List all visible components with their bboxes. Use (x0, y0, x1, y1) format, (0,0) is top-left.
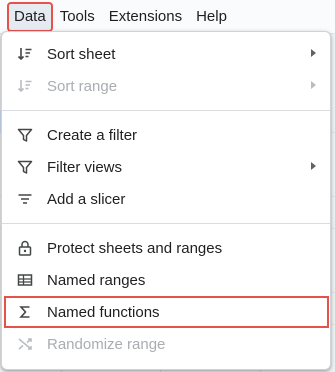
slicer-icon (15, 189, 35, 209)
menu-item-filter-views[interactable]: Filter views (2, 151, 330, 183)
sigma-icon (15, 302, 35, 322)
menu-item-label: Filter views (47, 158, 123, 176)
filter-views-icon (15, 157, 35, 177)
menubar-extensions[interactable]: Extensions (103, 3, 188, 31)
menu-item-randomize-range[interactable]: Randomize range (2, 328, 330, 360)
sort-icon (15, 44, 35, 64)
menu-item-label: Named ranges (47, 271, 146, 289)
data-menu-dropdown: Sort sheet Sort range Create a filter Fi… (1, 31, 331, 370)
menu-item-named-ranges[interactable]: Named ranges (2, 264, 330, 296)
menu-divider (2, 223, 330, 224)
menu-item-label: Randomize range (47, 335, 166, 353)
table-icon (15, 270, 35, 290)
shuffle-icon (15, 334, 35, 354)
menu-item-label: Named functions (47, 303, 160, 321)
menu-item-label: Sort sheet (47, 45, 116, 63)
menu-item-create-filter[interactable]: Create a filter (2, 119, 330, 151)
menu-item-sort-range[interactable]: Sort range (2, 70, 330, 102)
menubar-data[interactable]: Data (7, 1, 53, 32)
menu-item-label: Protect sheets and ranges (47, 239, 223, 257)
menu-divider (2, 110, 330, 111)
lock-icon (15, 238, 35, 258)
menu-item-protect-sheets[interactable]: Protect sheets and ranges (2, 232, 330, 264)
menu-item-named-functions[interactable]: Named functions (4, 296, 329, 328)
menu-item-sort-sheet[interactable]: Sort sheet (2, 38, 330, 70)
menu-item-label: Create a filter (47, 126, 138, 144)
submenu-arrow-icon (311, 162, 316, 170)
menubar-help[interactable]: Help (190, 3, 233, 31)
menu-item-label: Sort range (47, 77, 118, 95)
submenu-arrow-icon (311, 49, 316, 57)
screenshot-stage: Data Tools Extensions Help Sort sheet So… (0, 0, 335, 372)
menu-bar: Data Tools Extensions Help (0, 0, 335, 34)
menubar-tools[interactable]: Tools (54, 3, 101, 31)
submenu-arrow-icon (311, 81, 316, 89)
sort-icon (15, 76, 35, 96)
filter-icon (15, 125, 35, 145)
menu-item-label: Add a slicer (47, 190, 126, 208)
menu-item-add-slicer[interactable]: Add a slicer (2, 183, 330, 215)
